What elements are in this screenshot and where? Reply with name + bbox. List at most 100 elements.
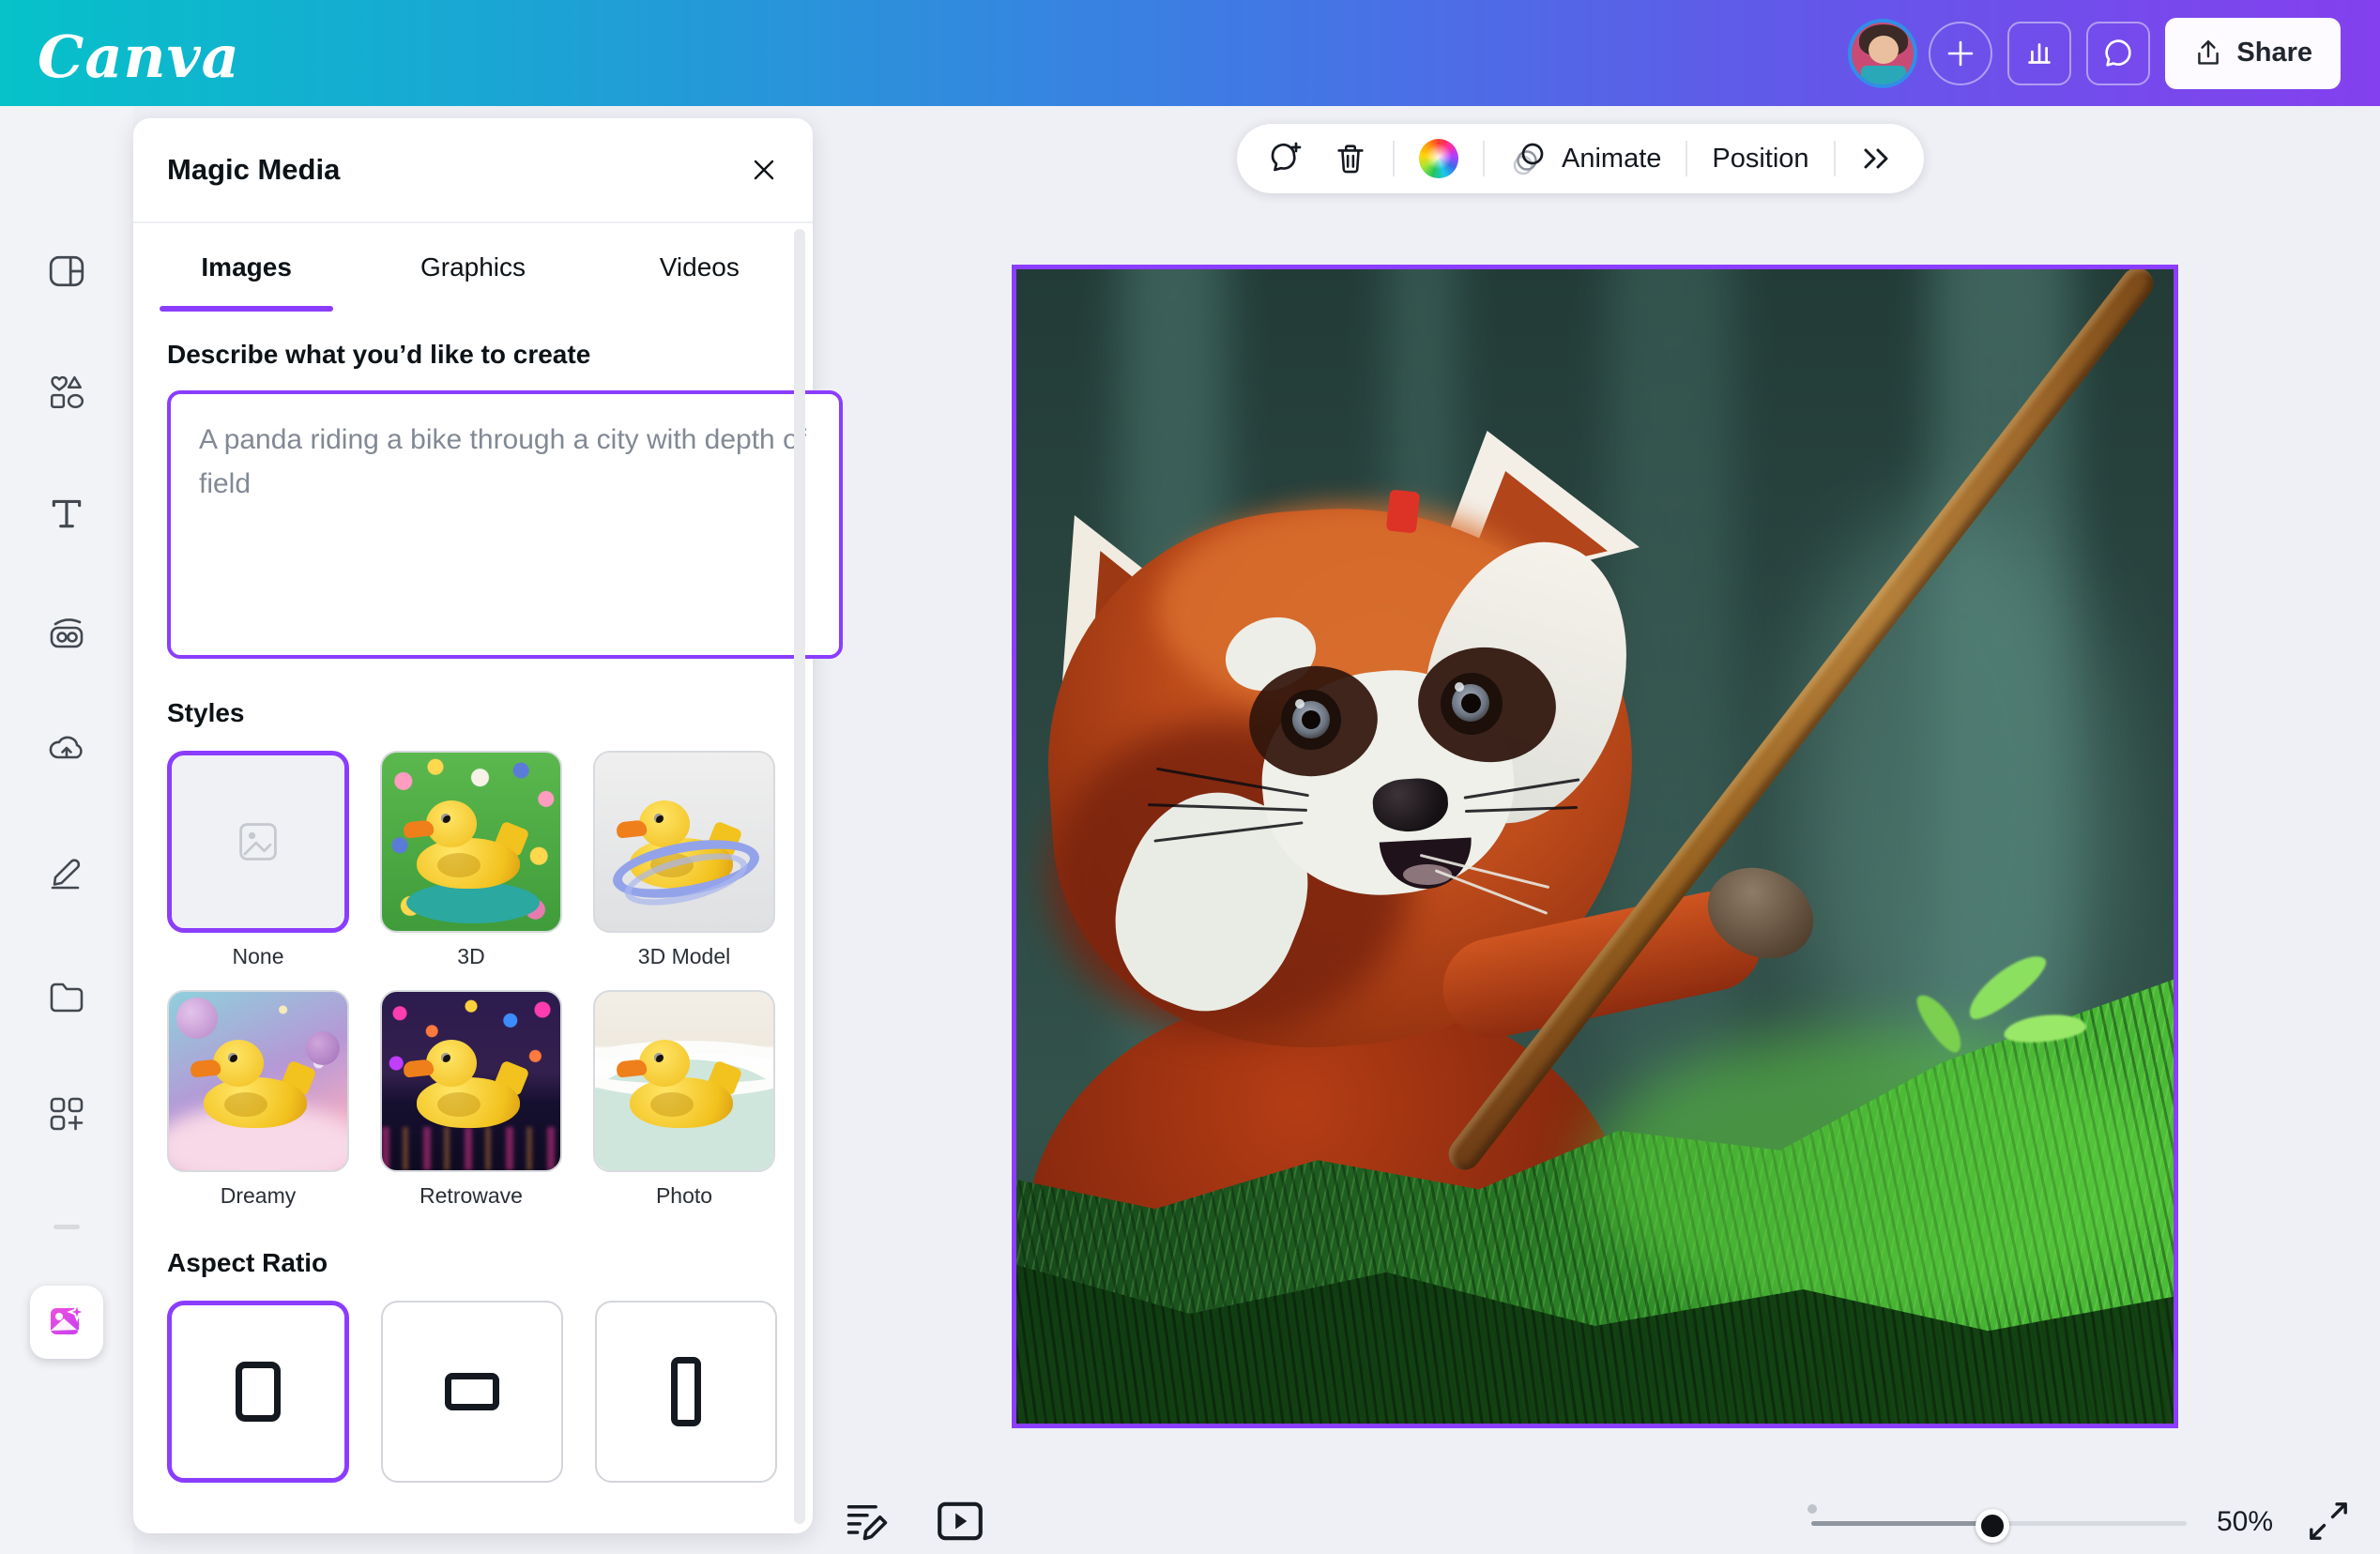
panel-title: Magic Media bbox=[167, 153, 340, 187]
sidebar-item-text[interactable] bbox=[40, 487, 93, 540]
style-tile-3d-model[interactable] bbox=[593, 751, 775, 933]
bar-chart-icon bbox=[2021, 36, 2057, 71]
insights-button[interactable] bbox=[2007, 22, 2071, 85]
expand-icon bbox=[2305, 1498, 2352, 1545]
zoom-tick bbox=[1808, 1504, 1817, 1514]
aspect-option-landscape[interactable] bbox=[381, 1301, 563, 1483]
style-label: None bbox=[167, 944, 349, 969]
square-ratio-icon bbox=[236, 1362, 281, 1422]
present-button[interactable] bbox=[935, 1500, 985, 1547]
duck-illustration bbox=[411, 1040, 531, 1134]
panda-eye-glint bbox=[1295, 699, 1304, 708]
panel-scrollbar[interactable] bbox=[794, 229, 805, 1524]
aspect-option-portrait[interactable] bbox=[595, 1301, 777, 1483]
aspect-ratio-label: Aspect Ratio bbox=[167, 1248, 779, 1278]
sidebar-item-apps[interactable] bbox=[40, 1088, 93, 1140]
animate-icon bbox=[1509, 139, 1549, 178]
brand-icon bbox=[46, 614, 87, 655]
prompt-input[interactable] bbox=[167, 390, 843, 659]
generated-artwork bbox=[1016, 269, 2174, 1424]
duck-illustration bbox=[624, 1040, 744, 1134]
zoom-level[interactable]: 50% bbox=[2217, 1506, 2273, 1538]
duck-beak bbox=[616, 1059, 648, 1077]
avatar[interactable] bbox=[1852, 23, 1914, 84]
upload-cloud-icon bbox=[46, 728, 87, 769]
duck-beak bbox=[616, 819, 648, 838]
duck-head bbox=[426, 1040, 477, 1087]
selection-toolbar: Animate Position bbox=[1237, 124, 1924, 193]
tab-videos[interactable]: Videos bbox=[587, 223, 813, 312]
close-icon[interactable] bbox=[749, 155, 779, 185]
position-button[interactable]: Position bbox=[1712, 144, 1808, 175]
selected-canvas-image[interactable] bbox=[1012, 265, 2178, 1428]
delete-button[interactable] bbox=[1333, 141, 1368, 176]
image-placeholder-icon bbox=[234, 817, 282, 866]
duck-illustration bbox=[411, 800, 531, 894]
art-grass-glow bbox=[1589, 1029, 2174, 1320]
animate-button[interactable]: Animate bbox=[1509, 139, 1661, 178]
style-option-retrowave[interactable]: Retrowave bbox=[380, 990, 562, 1209]
style-option-none[interactable]: None bbox=[167, 751, 349, 969]
duck-head bbox=[639, 800, 690, 847]
comment-add-button[interactable] bbox=[1267, 140, 1304, 177]
style-option-3d-model[interactable]: 3D Model bbox=[593, 751, 775, 969]
comment-icon bbox=[2100, 36, 2136, 71]
zoom-slider-thumb[interactable] bbox=[1976, 1509, 2009, 1543]
sidebar-item-brand[interactable] bbox=[40, 608, 93, 661]
sidebar-item-elements[interactable] bbox=[40, 366, 93, 419]
canva-logo[interactable]: Canva bbox=[38, 23, 240, 91]
toolbar-divider bbox=[1393, 141, 1395, 176]
portrait-ratio-icon bbox=[671, 1357, 701, 1426]
add-member-button[interactable] bbox=[1929, 22, 1992, 85]
planet bbox=[176, 998, 218, 1039]
panel-tabs: Images Graphics Videos bbox=[133, 223, 813, 312]
elements-shapes-icon bbox=[47, 373, 86, 412]
duck-wing bbox=[437, 1092, 481, 1117]
style-tile-3d[interactable] bbox=[380, 751, 562, 933]
toolbar-divider bbox=[1686, 141, 1687, 176]
duck-beak bbox=[190, 1059, 221, 1077]
double-chevron-icon bbox=[1860, 142, 1894, 175]
duck-eye bbox=[654, 814, 664, 823]
sidebar-rail bbox=[0, 106, 133, 1554]
style-tile-none[interactable] bbox=[167, 751, 349, 933]
duck-beak bbox=[403, 819, 435, 838]
magic-media-panel: Magic Media Images Graphics Videos Descr… bbox=[133, 118, 813, 1533]
header-bar: Canva Share bbox=[0, 0, 2380, 106]
tab-images[interactable]: Images bbox=[133, 223, 359, 312]
comments-button[interactable] bbox=[2086, 22, 2150, 85]
design-icon bbox=[47, 251, 86, 291]
present-play-icon bbox=[935, 1500, 985, 1543]
notes-button[interactable] bbox=[843, 1496, 892, 1549]
sidebar-item-projects[interactable] bbox=[40, 971, 93, 1024]
color-wheel-button[interactable] bbox=[1419, 139, 1458, 178]
text-icon bbox=[47, 494, 86, 533]
style-option-3d[interactable]: 3D bbox=[380, 751, 562, 969]
sidebar-item-magic-media[interactable] bbox=[30, 1286, 103, 1359]
folder-icon bbox=[46, 977, 87, 1018]
fullscreen-button[interactable] bbox=[2305, 1498, 2352, 1549]
apps-icon bbox=[46, 1093, 87, 1135]
duck-head bbox=[639, 1040, 690, 1087]
style-tile-retrowave[interactable] bbox=[380, 990, 562, 1172]
sidebar-item-draw[interactable] bbox=[40, 844, 93, 896]
toolbar-divider bbox=[1483, 141, 1485, 176]
aspect-option-square[interactable] bbox=[167, 1301, 349, 1483]
style-option-dreamy[interactable]: Dreamy bbox=[167, 990, 349, 1209]
panel-body: Describe what you’d like to create Style… bbox=[133, 340, 813, 1483]
sidebar-divider bbox=[53, 1225, 80, 1229]
duck-eye bbox=[441, 1053, 450, 1062]
avatar-book bbox=[1861, 66, 1906, 84]
style-tile-photo[interactable] bbox=[593, 990, 775, 1172]
duck-head bbox=[213, 1040, 264, 1087]
share-button[interactable]: Share bbox=[2165, 18, 2341, 89]
header-actions: Share bbox=[1852, 0, 2341, 106]
sidebar-item-uploads[interactable] bbox=[40, 723, 93, 775]
style-option-photo[interactable]: Photo bbox=[593, 990, 775, 1209]
tab-graphics[interactable]: Graphics bbox=[359, 223, 586, 312]
style-tile-dreamy[interactable] bbox=[167, 990, 349, 1172]
sidebar-item-design[interactable] bbox=[40, 245, 93, 297]
magic-media-icon bbox=[45, 1301, 88, 1344]
animate-label: Animate bbox=[1562, 144, 1661, 175]
more-options-button[interactable] bbox=[1860, 142, 1894, 175]
